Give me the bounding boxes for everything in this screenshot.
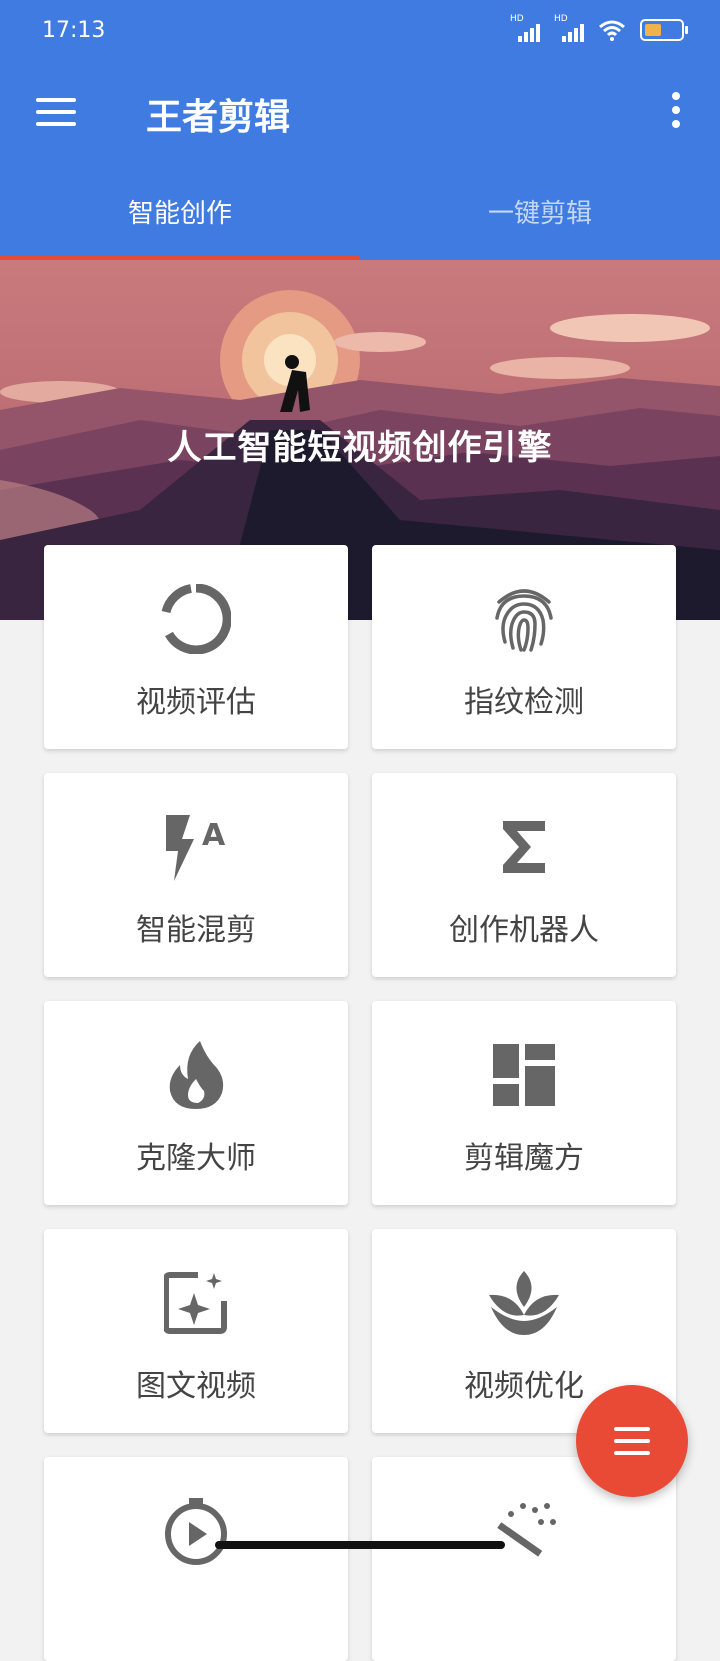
hd-label: HD bbox=[510, 14, 524, 24]
fingerprint-icon bbox=[372, 579, 676, 659]
flame-icon bbox=[44, 1035, 348, 1115]
fab-menu-button[interactable] bbox=[576, 1385, 688, 1497]
image-sparkle-icon bbox=[44, 1263, 348, 1343]
fab-menu-line bbox=[614, 1451, 650, 1455]
timer-play-icon bbox=[44, 1491, 348, 1571]
feature-label: 智能混剪 bbox=[136, 913, 256, 948]
feature-label: 指纹检测 bbox=[464, 685, 584, 720]
tab-bar: 智能创作 一键剪辑 bbox=[0, 170, 720, 260]
feature-card-smart-mix[interactable]: A 智能混剪 bbox=[44, 773, 348, 977]
magic-wand-icon bbox=[372, 1491, 676, 1571]
signal-icon: HD bbox=[510, 14, 540, 42]
signal-icon-2: HD bbox=[554, 14, 584, 42]
app-title: 王者剪辑 bbox=[146, 97, 291, 138]
battery-icon bbox=[640, 19, 688, 41]
feature-card-creation-robot[interactable]: 创作机器人 bbox=[372, 773, 676, 977]
feature-card-clone-master[interactable]: 克隆大师 bbox=[44, 1001, 348, 1205]
status-time: 17:13 bbox=[42, 18, 106, 43]
spa-leaf-icon bbox=[372, 1263, 676, 1343]
status-bar: 17:13 HD HD bbox=[0, 0, 720, 68]
svg-text:A: A bbox=[202, 818, 226, 853]
home-indicator[interactable] bbox=[215, 1541, 505, 1549]
feature-card-video-evaluation[interactable]: 视频评估 bbox=[44, 545, 348, 749]
sigma-icon bbox=[372, 807, 676, 887]
fab-menu-line bbox=[614, 1427, 650, 1431]
feature-card-edit-cube[interactable]: 剪辑魔方 bbox=[372, 1001, 676, 1205]
wifi-icon bbox=[599, 20, 625, 41]
app-bar: 王者剪辑 bbox=[0, 68, 720, 158]
feature-label: 图文视频 bbox=[136, 1369, 256, 1404]
hamburger-menu-icon[interactable] bbox=[36, 98, 76, 128]
feature-label: 克隆大师 bbox=[136, 1141, 256, 1176]
feature-label: 视频评估 bbox=[136, 685, 256, 720]
feature-label: 剪辑魔方 bbox=[464, 1141, 584, 1176]
hd-label-2: HD bbox=[554, 14, 568, 24]
feature-label: 创作机器人 bbox=[449, 913, 599, 948]
donut-progress-icon bbox=[44, 579, 348, 659]
dashboard-blocks-icon bbox=[372, 1035, 676, 1115]
more-vertical-icon[interactable] bbox=[672, 92, 682, 134]
feature-card-timer[interactable] bbox=[44, 1457, 348, 1661]
feature-card-image-text-video[interactable]: 图文视频 bbox=[44, 1229, 348, 1433]
flash-auto-icon: A bbox=[44, 807, 348, 887]
hero-headline: 人工智能短视频创作引擎 bbox=[167, 428, 553, 468]
tab-one-click-edit[interactable]: 一键剪辑 bbox=[360, 170, 720, 260]
tab-smart-create[interactable]: 智能创作 bbox=[0, 170, 360, 260]
fab-menu-line bbox=[614, 1439, 650, 1443]
status-icons: HD HD bbox=[510, 14, 688, 42]
feature-card-fingerprint-detection[interactable]: 指纹检测 bbox=[372, 545, 676, 749]
